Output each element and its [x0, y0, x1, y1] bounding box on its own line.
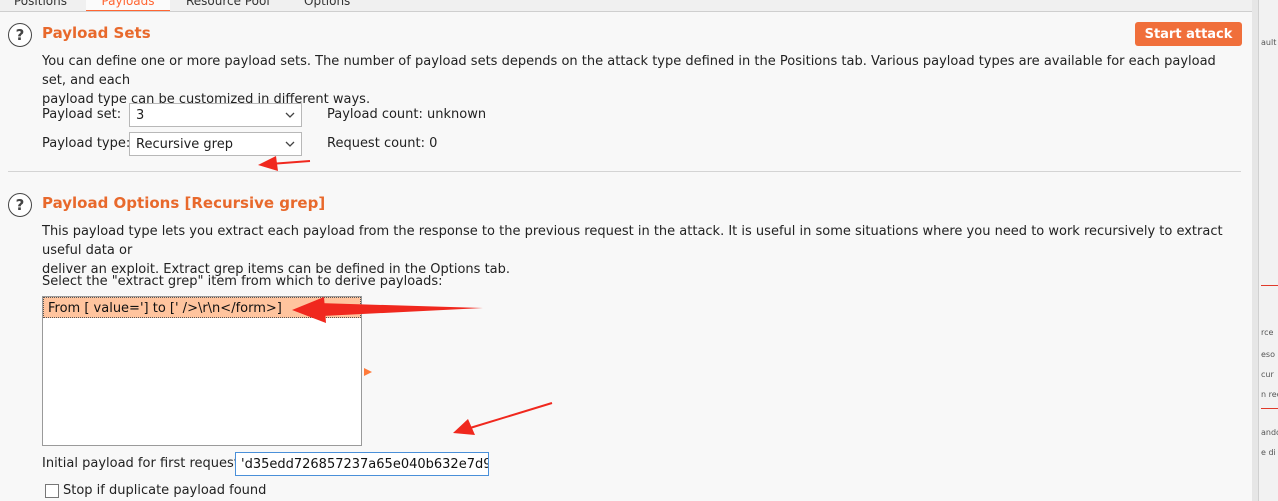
right-pane-rule [1261, 285, 1278, 286]
chevron-down-icon [279, 112, 301, 118]
payload-type-label: Payload type: [42, 136, 131, 151]
request-count: Request count: 0 [327, 136, 438, 151]
expand-arrow-icon[interactable] [363, 366, 373, 381]
payload-set-label: Payload set: [42, 107, 122, 122]
payload-sets-description: You can define one or more payload sets.… [42, 54, 1216, 107]
right-pane-rule [1261, 408, 1278, 409]
right-pane-text: ando [1261, 428, 1278, 437]
extract-grep-label: Select the "extract grep" item from whic… [42, 274, 443, 289]
tab-strip: Positions Payloads Resource Pool Options [0, 0, 1258, 12]
right-pane-text: eso [1261, 350, 1275, 359]
initial-payload-label: Initial payload for first request: [42, 456, 244, 471]
initial-payload-input[interactable] [235, 452, 489, 476]
payload-count: Payload count: unknown [327, 107, 487, 122]
right-pane-text: e di [1261, 448, 1276, 457]
payload-options-title: Payload Options [Recursive grep] [42, 194, 326, 212]
start-attack-button[interactable]: Start attack [1135, 22, 1242, 46]
annotation-arrow [453, 402, 553, 435]
stop-duplicate-label: Stop if duplicate payload found [63, 483, 267, 498]
right-pane-text: rce [1261, 328, 1274, 337]
list-item[interactable]: From [ value='] to [' />\r\n</form>] [43, 297, 361, 318]
right-pane: ault rce eso cur n rec ando e di [1258, 0, 1278, 501]
tab-positions[interactable]: Positions [14, 0, 67, 11]
chevron-down-icon [279, 141, 301, 147]
payload-set-select[interactable]: 3 [129, 103, 302, 127]
tab-options[interactable]: Options [304, 0, 350, 11]
annotation-arrow [258, 156, 311, 171]
payload-type-value: Recursive grep [136, 136, 233, 152]
right-pane-text: ault [1261, 38, 1277, 47]
stop-duplicate-checkbox[interactable] [45, 484, 59, 498]
tab-resource-pool[interactable]: Resource Pool [186, 0, 270, 11]
payload-type-select[interactable]: Recursive grep [129, 132, 302, 156]
section-divider [8, 171, 1241, 172]
help-icon[interactable]: ? [8, 23, 32, 47]
payload-options-description: This payload type lets you extract each … [42, 224, 1223, 277]
help-icon[interactable]: ? [8, 193, 32, 217]
payload-sets-title: Payload Sets [42, 24, 151, 42]
tab-payloads[interactable]: Payloads [86, 0, 170, 11]
payload-set-value: 3 [136, 107, 145, 123]
right-pane-text: cur [1261, 370, 1274, 379]
extract-grep-list[interactable]: From [ value='] to [' />\r\n</form>] [42, 296, 362, 446]
right-pane-text: n rec [1261, 390, 1278, 399]
